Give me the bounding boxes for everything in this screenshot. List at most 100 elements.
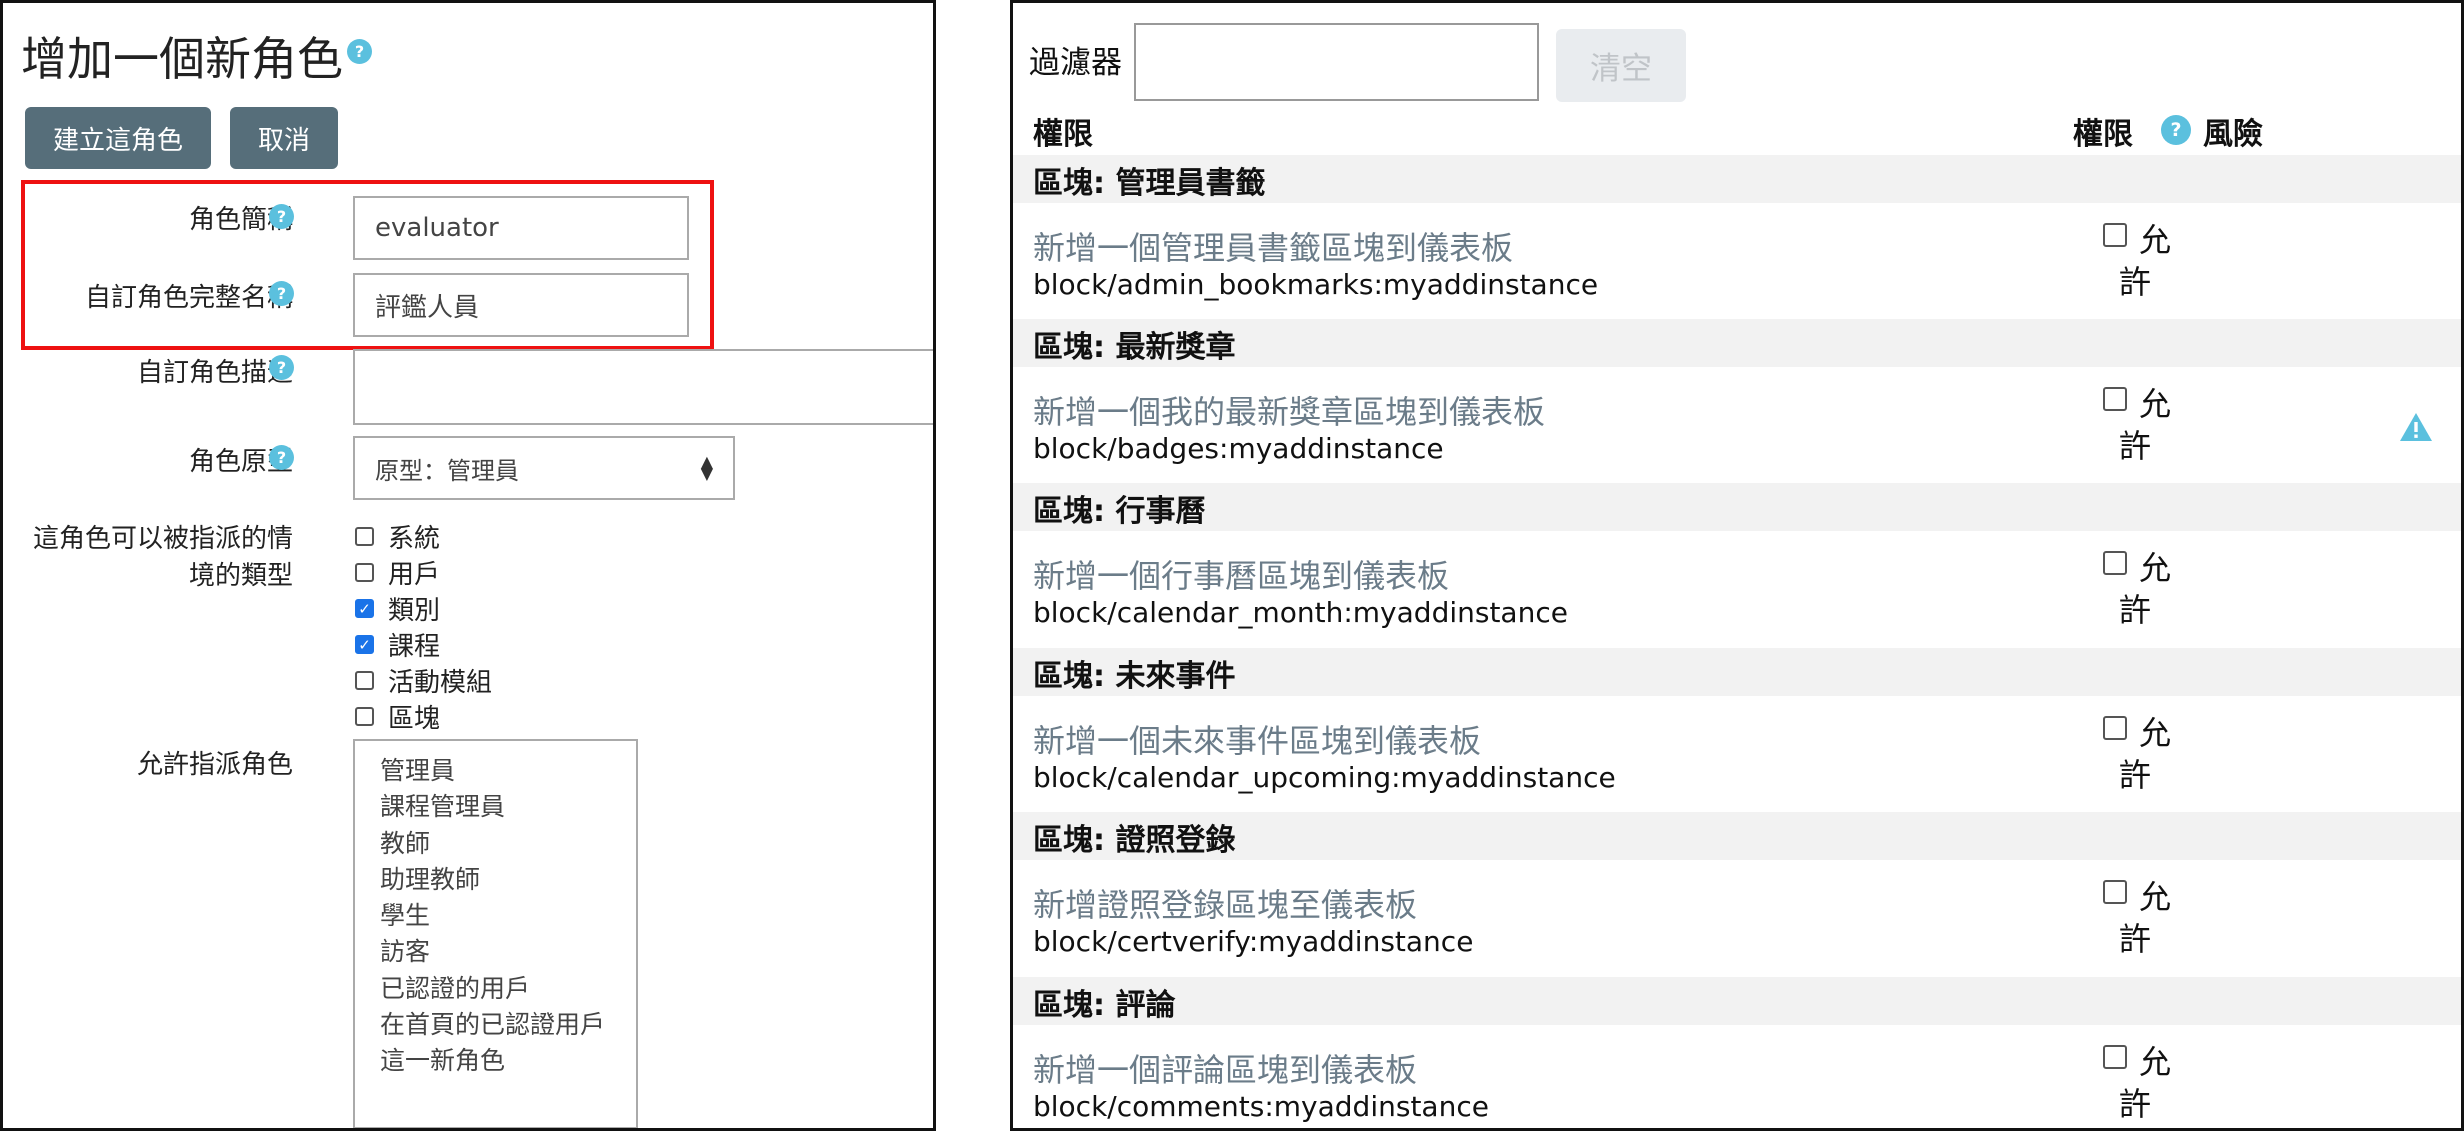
allow-label-line1: 允 bbox=[2139, 714, 2172, 752]
page-title: 增加一個新角色 bbox=[21, 32, 343, 86]
context-label: 區塊 bbox=[388, 704, 441, 734]
context-types-label-line2: 境的類型 bbox=[188, 561, 293, 591]
archetype-value: 原型：管理員 bbox=[375, 456, 519, 485]
allow-checkbox[interactable]: 允許 bbox=[2103, 712, 2171, 796]
list-item[interactable]: 已認證的用戶 bbox=[380, 971, 636, 1007]
allow-label-line2: 許 bbox=[2119, 920, 2152, 958]
permissions-panel: 過濾器 清空 權限 權限 ? 風險 區塊: 管理員書籤 新增一個管理員書籤區塊到… bbox=[1010, 0, 2464, 1131]
context-types-label-line1: 這角色可以被指派的情 bbox=[32, 524, 293, 554]
allow-label-line1: 允 bbox=[2139, 385, 2172, 423]
capability-link[interactable]: 新增一個我的最新獎章區塊到儀表板 bbox=[1033, 387, 1545, 433]
archetype-select[interactable]: 原型：管理員 ▲ ▼ bbox=[353, 436, 735, 500]
help-icon[interactable]: ? bbox=[269, 355, 294, 380]
checkbox-icon[interactable] bbox=[355, 707, 374, 726]
allow-label-line2: 許 bbox=[2119, 427, 2152, 465]
section-header-bg bbox=[1013, 977, 2461, 1025]
list-item[interactable]: 這一新角色 bbox=[380, 1043, 636, 1079]
help-icon[interactable]: ? bbox=[269, 281, 294, 306]
allow-label-line2: 許 bbox=[2119, 591, 2152, 629]
checkbox-icon[interactable] bbox=[2103, 1045, 2127, 1069]
help-icon[interactable]: ? bbox=[269, 445, 294, 470]
short-name-input[interactable]: evaluator bbox=[353, 196, 689, 260]
context-checkbox-user[interactable]: 用戶 bbox=[355, 554, 440, 591]
capability-link[interactable]: 新增一個管理員書籤區塊到儀表板 bbox=[1033, 223, 1513, 269]
allow-label-line2: 許 bbox=[2119, 756, 2152, 794]
context-label: 用戶 bbox=[388, 560, 441, 590]
context-label: 系統 bbox=[388, 524, 441, 554]
allow-checkbox[interactable]: 允許 bbox=[2103, 547, 2171, 631]
allow-checkbox[interactable]: 允許 bbox=[2103, 876, 2171, 960]
list-item[interactable]: 學生 bbox=[380, 898, 636, 934]
filter-input[interactable] bbox=[1134, 23, 1539, 101]
permission-header: 權限 bbox=[2073, 117, 2133, 152]
allow-checkbox[interactable]: 允許 bbox=[2103, 1041, 2171, 1125]
section-title: 區塊: 證照登錄 bbox=[1033, 823, 1236, 858]
add-role-panel: 增加一個新角色 ? 建立這角色 取消 角色簡稱 ? evaluator 自訂角色… bbox=[0, 0, 936, 1131]
context-label: 活動模組 bbox=[388, 668, 493, 698]
allow-assign-listbox[interactable]: 管理員 課程管理員 教師 助理教師 學生 訪客 已認證的用戶 在首頁的已認證用戶… bbox=[353, 739, 638, 1128]
capability-link[interactable]: 新增一個行事曆區塊到儀表板 bbox=[1033, 551, 1449, 597]
help-icon[interactable]: ? bbox=[347, 39, 372, 64]
select-arrow-icon: ▲ ▼ bbox=[700, 452, 713, 483]
section-header-bg bbox=[1013, 483, 2461, 531]
capability-header: 權限 bbox=[1033, 117, 1093, 152]
cancel-button[interactable]: 取消 bbox=[230, 107, 338, 169]
context-checkbox-block[interactable]: 區塊 bbox=[355, 698, 440, 735]
capability-name: block/certverify:myaddinstance bbox=[1033, 925, 1474, 958]
allow-label-line2: 許 bbox=[2119, 263, 2152, 301]
context-checkbox-module[interactable]: 活動模組 bbox=[355, 662, 492, 699]
help-icon[interactable]: ? bbox=[2161, 115, 2191, 145]
section-title: 區塊: 最新獎章 bbox=[1033, 330, 1236, 365]
checkbox-icon[interactable] bbox=[2103, 551, 2127, 575]
description-textarea[interactable] bbox=[353, 349, 933, 425]
section-title: 區塊: 評論 bbox=[1033, 988, 1176, 1023]
allow-label-line1: 允 bbox=[2139, 1043, 2172, 1081]
allow-checkbox[interactable]: 允許 bbox=[2103, 383, 2171, 467]
section-title: 區塊: 管理員書籤 bbox=[1033, 166, 1266, 201]
checkbox-icon[interactable] bbox=[2103, 880, 2127, 904]
allow-label-line1: 允 bbox=[2139, 878, 2172, 916]
list-item[interactable]: 助理教師 bbox=[380, 862, 636, 898]
context-checkbox-course[interactable]: ✓ 課程 bbox=[355, 626, 440, 663]
list-item[interactable]: 教師 bbox=[380, 826, 636, 862]
section-title: 區塊: 行事曆 bbox=[1033, 494, 1206, 529]
section-title: 區塊: 未來事件 bbox=[1033, 659, 1236, 694]
full-name-input[interactable]: 評鑑人員 bbox=[353, 273, 689, 337]
full-name-label: 自訂角色完整名稱 bbox=[84, 283, 293, 313]
context-label: 類別 bbox=[388, 596, 441, 626]
list-item[interactable]: 訪客 bbox=[380, 934, 636, 970]
checkbox-icon[interactable] bbox=[355, 563, 374, 582]
create-role-button[interactable]: 建立這角色 bbox=[25, 107, 211, 169]
list-item[interactable]: 課程管理員 bbox=[380, 789, 636, 825]
filter-label: 過濾器 bbox=[1029, 45, 1122, 81]
capability-name: block/admin_bookmarks:myaddinstance bbox=[1033, 268, 1599, 301]
context-checkbox-category[interactable]: ✓ 類別 bbox=[355, 590, 440, 627]
allow-label-line2: 許 bbox=[2119, 1085, 2152, 1123]
allow-label-line1: 允 bbox=[2139, 549, 2172, 587]
capability-name: block/comments:myaddinstance bbox=[1033, 1090, 1489, 1123]
checkbox-icon[interactable] bbox=[355, 527, 374, 546]
clear-button[interactable]: 清空 bbox=[1556, 29, 1686, 102]
checkbox-icon[interactable] bbox=[2103, 387, 2127, 411]
checkbox-icon[interactable] bbox=[2103, 716, 2127, 740]
allow-checkbox[interactable]: 允許 bbox=[2103, 219, 2171, 303]
checkbox-checked-icon[interactable]: ✓ bbox=[355, 599, 374, 618]
context-checkbox-system[interactable]: 系統 bbox=[355, 518, 440, 555]
checkbox-icon[interactable] bbox=[355, 671, 374, 690]
allow-assign-label: 允許指派角色 bbox=[136, 750, 293, 780]
capability-link[interactable]: 新增一個評論區塊到儀表板 bbox=[1033, 1045, 1417, 1091]
capability-name: block/calendar_upcoming:myaddinstance bbox=[1033, 761, 1616, 794]
allow-label-line1: 允 bbox=[2139, 221, 2172, 259]
checkbox-checked-icon[interactable]: ✓ bbox=[355, 635, 374, 654]
warning-icon[interactable] bbox=[2398, 411, 2434, 443]
checkbox-icon[interactable] bbox=[2103, 223, 2127, 247]
capability-link[interactable]: 新增一個未來事件區塊到儀表板 bbox=[1033, 716, 1481, 762]
list-item[interactable]: 在首頁的已認證用戶 bbox=[380, 1007, 636, 1043]
help-icon[interactable]: ? bbox=[269, 204, 294, 229]
capability-link[interactable]: 新增證照登錄區塊至儀表板 bbox=[1033, 880, 1417, 926]
capability-name: block/calendar_month:myaddinstance bbox=[1033, 596, 1568, 629]
capability-name: block/badges:myaddinstance bbox=[1033, 432, 1444, 465]
context-label: 課程 bbox=[388, 632, 441, 662]
list-item[interactable]: 管理員 bbox=[380, 753, 636, 789]
risk-header: 風險 bbox=[2203, 117, 2263, 152]
